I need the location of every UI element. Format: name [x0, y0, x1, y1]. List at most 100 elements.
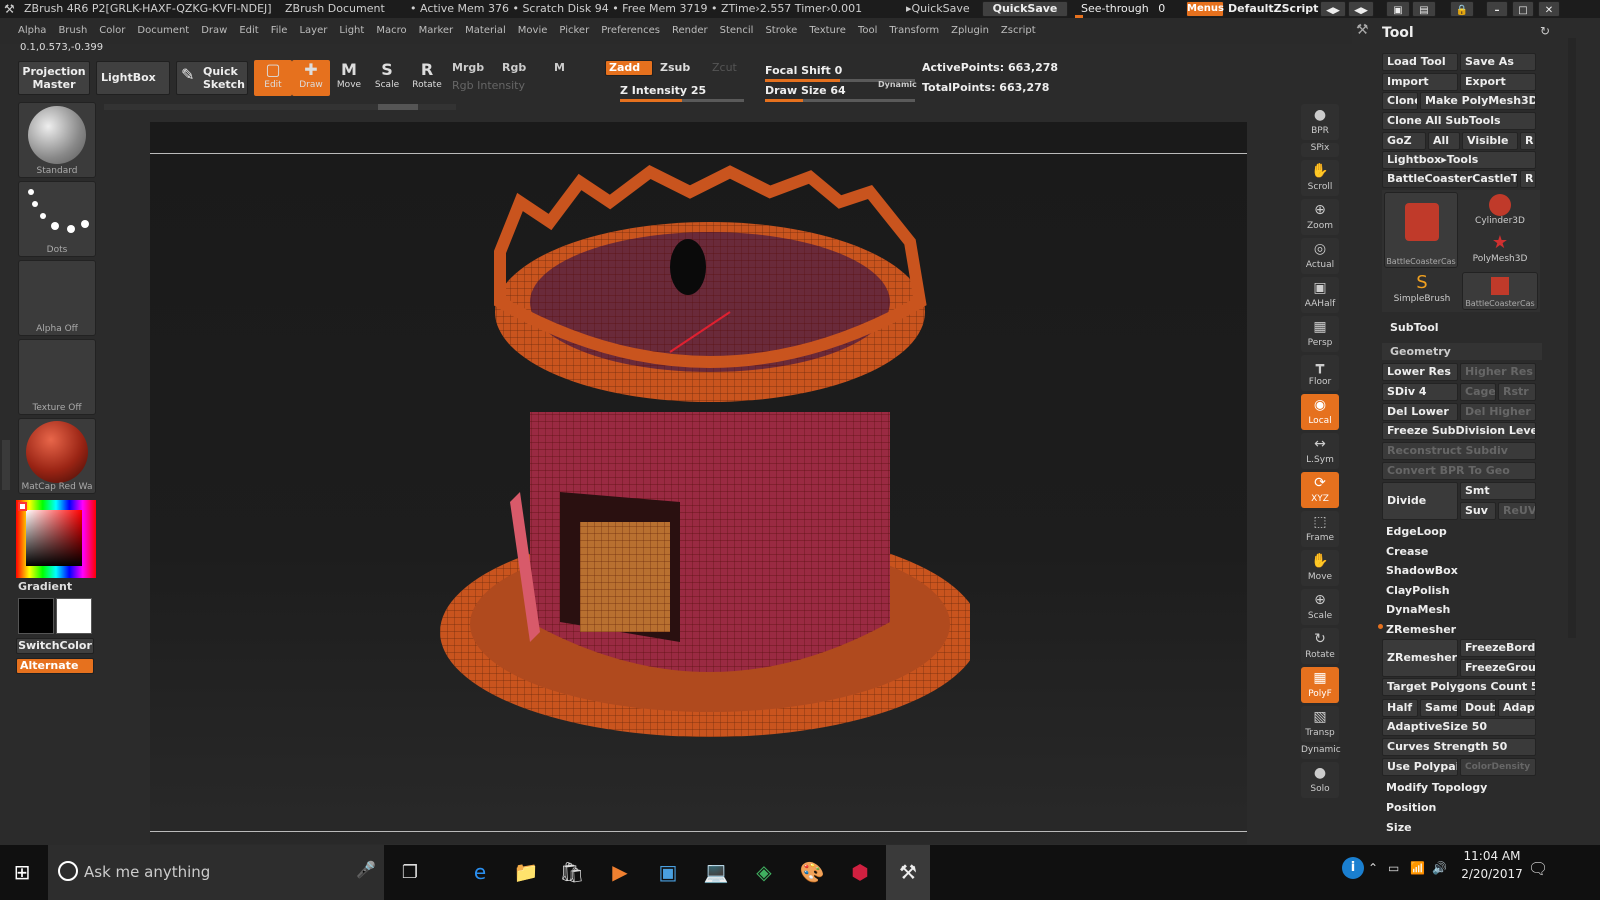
color-density-slider[interactable]: ColorDensity [1460, 758, 1536, 776]
actual-button[interactable]: ◎ Actual [1301, 238, 1339, 274]
menu-texture[interactable]: Texture [809, 18, 846, 44]
draw-button[interactable]: ✚ Draw [292, 60, 330, 96]
menu-stroke[interactable]: Stroke [765, 18, 797, 44]
texture-picker[interactable]: Texture Off [18, 339, 96, 415]
media-player-icon[interactable]: ▶ [598, 845, 642, 900]
minimize-icon[interactable]: – [1486, 1, 1508, 17]
menu-transform[interactable]: Transform [889, 18, 939, 44]
tool-thumb-cylinder3d[interactable]: Cylinder3D [1462, 192, 1538, 230]
goz-button[interactable]: GoZ [1382, 132, 1426, 150]
dynamic-toggle[interactable]: Dynamic [878, 80, 917, 89]
del-lower-button[interactable]: Del Lower [1382, 403, 1458, 421]
shadowbox-item[interactable]: ShadowBox [1378, 561, 1538, 580]
switch-color-button[interactable]: SwitchColor [16, 638, 94, 654]
freezegroups-toggle[interactable]: FreezeGroup [1460, 659, 1536, 677]
tool-thumb-polymesh3d[interactable]: ★ PolyMesh3D [1462, 232, 1538, 270]
floor-button[interactable]: ┳ Floor [1301, 355, 1339, 391]
battery-icon[interactable]: ▭ [1388, 861, 1399, 875]
polyf-button[interactable]: ▦ PolyF [1301, 667, 1339, 703]
use-polypaint-toggle[interactable]: Use Polypain [1382, 758, 1458, 776]
m-button[interactable]: M [554, 61, 565, 74]
zremesher-header[interactable]: ZRemesher [1378, 620, 1538, 639]
smt-toggle[interactable]: Smt [1460, 482, 1536, 500]
tool-thumb-simplebrush[interactable]: S SimpleBrush [1384, 272, 1460, 310]
sdiv-slider[interactable]: SDiv 4 [1382, 383, 1458, 401]
zcut-button[interactable]: Zcut [712, 61, 737, 74]
default-zscript-button[interactable]: DefaultZScript [1228, 0, 1318, 18]
make-polymesh3d-button[interactable]: Make PolyMesh3D [1420, 92, 1536, 110]
lightbox-button[interactable]: LightBox [96, 61, 170, 95]
save-as-button[interactable]: Save As [1460, 53, 1536, 71]
mrgb-button[interactable]: Mrgb [452, 61, 484, 74]
load-tool-button[interactable]: Load Tool [1382, 53, 1458, 71]
move-button[interactable]: M Move [330, 60, 368, 96]
goz-all-button[interactable]: All [1428, 132, 1460, 150]
menu-picker[interactable]: Picker [559, 18, 589, 44]
suv-toggle[interactable]: Suv [1460, 502, 1496, 520]
import-button[interactable]: Import [1382, 73, 1458, 91]
lsym-button[interactable]: ↔ L.Sym [1301, 433, 1339, 469]
rotate-button[interactable]: R Rotate [408, 60, 446, 96]
higher-res-button[interactable]: Higher Res [1460, 363, 1536, 381]
reconstruct-subdiv-button[interactable]: Reconstruct Subdiv [1382, 442, 1536, 460]
app-window-icon[interactable]: ▣ [646, 845, 690, 900]
target-polygons-slider[interactable]: Target Polygons Count 5 [1382, 678, 1536, 696]
tool-thumb-battlecoaster-2[interactable]: BattleCoasterCas [1462, 272, 1538, 310]
export-button[interactable]: Export [1460, 73, 1536, 91]
app-laptop-icon[interactable]: 💻 [694, 845, 738, 900]
same-toggle[interactable]: Same [1420, 699, 1458, 717]
brush-picker[interactable]: Standard [18, 102, 96, 178]
tool-thumb-battlecoaster[interactable]: BattleCoasterCas [1384, 192, 1458, 268]
store-icon[interactable]: 🛍 [550, 845, 594, 900]
freezeborder-toggle[interactable]: FreezeBorde [1460, 639, 1536, 657]
close-icon[interactable]: ✕ [1538, 1, 1560, 17]
app-green-icon[interactable]: ◈ [742, 845, 786, 900]
modify-topology-item[interactable]: Modify Topology [1378, 778, 1538, 797]
rotate-button[interactable]: ↻ Rotate [1301, 628, 1339, 664]
frame-button[interactable]: ⬚ Frame [1301, 511, 1339, 547]
color-square[interactable] [26, 510, 82, 566]
clone-all-subtools-button[interactable]: Clone All SubTools [1382, 112, 1536, 130]
cage-button[interactable]: Cage [1460, 383, 1496, 401]
dynamesh-item[interactable]: DynaMesh [1378, 600, 1538, 619]
menu-macro[interactable]: Macro [376, 18, 406, 44]
quick-sketch-button[interactable]: ✎ Quick Sketch [176, 61, 248, 95]
alternate-button[interactable]: Alternate [16, 658, 94, 674]
current-tool-r-button[interactable]: R [1520, 170, 1536, 188]
menu-material[interactable]: Material [465, 18, 506, 44]
panel-refresh-icon[interactable]: ↻ [1540, 24, 1550, 38]
app-paint-icon[interactable]: 🎨 [790, 845, 834, 900]
quicksave-button[interactable]: QuickSave [982, 1, 1068, 17]
cortana-search-box[interactable]: Ask me anything 🎤 [48, 845, 384, 900]
info-tray-icon[interactable]: i [1342, 857, 1364, 879]
lock-icon[interactable]: 🔒 [1450, 1, 1474, 17]
menu-render[interactable]: Render [672, 18, 708, 44]
top-scrollbar[interactable] [104, 104, 456, 110]
rgb-intensity-slider[interactable]: Rgb Intensity [452, 79, 525, 92]
dynamic-button[interactable]: Dynamic [1301, 745, 1341, 759]
crease-item[interactable]: Crease [1378, 542, 1538, 561]
menu-document[interactable]: Document [137, 18, 189, 44]
main-color-swatch[interactable] [18, 598, 54, 634]
see-through-slider[interactable]: See-through 0 [1075, 0, 1180, 18]
palette-left-icon[interactable]: ◀▶ [1320, 1, 1346, 17]
move-button[interactable]: ✋ Move [1301, 550, 1339, 586]
projection-master-button[interactable]: Projection Master [18, 61, 90, 95]
convert-bpr-button[interactable]: Convert BPR To Geo [1382, 462, 1536, 480]
task-view-icon[interactable]: ❐ [388, 845, 432, 900]
bpr-button[interactable]: ● BPR [1301, 104, 1339, 140]
del-higher-button[interactable]: Del Higher [1460, 403, 1536, 421]
menu-brush[interactable]: Brush [58, 18, 87, 44]
file-explorer-icon[interactable]: 📁 [504, 845, 548, 900]
double-toggle[interactable]: Doubl [1460, 699, 1496, 717]
edge-browser-icon[interactable]: e [458, 845, 502, 900]
clock-date[interactable]: 2/20/2017 [1458, 867, 1526, 881]
size-item[interactable]: Size [1378, 818, 1538, 837]
claypolish-item[interactable]: ClayPolish [1378, 581, 1538, 600]
menu-file[interactable]: File [271, 18, 288, 44]
half-toggle[interactable]: Half [1382, 699, 1418, 717]
menu-zscript[interactable]: Zscript [1001, 18, 1036, 44]
adaptive-size-slider[interactable]: AdaptiveSize 50 [1382, 718, 1536, 736]
edit-button[interactable]: ▢ Edit [254, 60, 292, 96]
goz-visible-button[interactable]: Visible [1462, 132, 1518, 150]
